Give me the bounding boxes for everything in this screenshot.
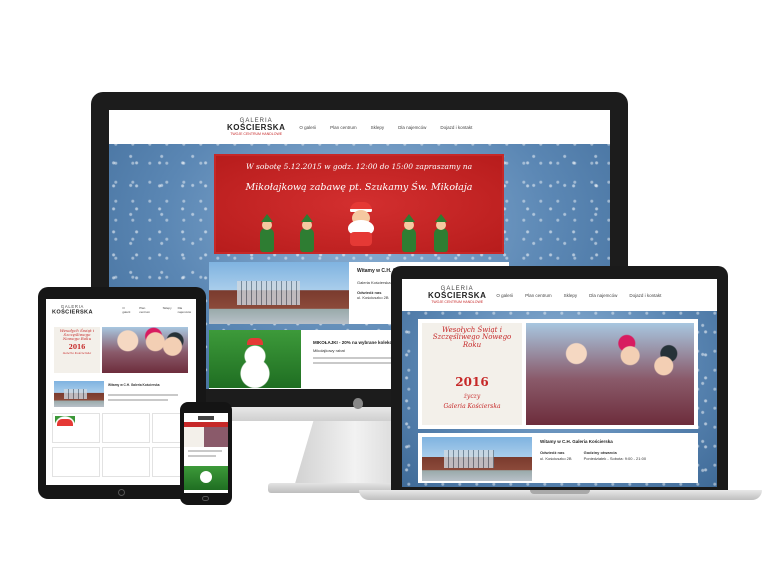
hours-text: Poniedziałek - Sobota: 9:00 - 21:00 bbox=[583, 455, 647, 461]
nav-item-o-galerii[interactable]: O galerii bbox=[299, 125, 316, 130]
address-block: Odwiedź nas ul. Kościuszko 2B bbox=[540, 450, 572, 461]
christmas-poster: Wesołych Świąt i Szczęśliwego Nowego Rok… bbox=[54, 327, 100, 373]
christmas-poster: Wesołych Świąt i Szczęśliwego Nowego Rok… bbox=[422, 323, 522, 425]
poster-greeting: Wesołych Świąt i Szczęśliwego Nowego Rok… bbox=[432, 326, 512, 349]
elf-figure bbox=[300, 220, 314, 252]
phone-home-button[interactable] bbox=[202, 496, 209, 501]
nav-item-dojazd[interactable]: Dojazd i kontakt bbox=[629, 293, 661, 298]
site-logo[interactable]: GALERIA KOŚCIERSKA bbox=[52, 305, 93, 315]
family-photo bbox=[102, 327, 188, 373]
nav-item-dla-najemcow[interactable]: Dla najemców bbox=[178, 306, 196, 314]
tablet-hero[interactable]: Wesołych Świąt i Szczęśliwego Nowego Rok… bbox=[52, 325, 190, 375]
welcome-title: Witamy w C.H. Galeria Kościerska bbox=[108, 383, 160, 387]
laptop-notch bbox=[530, 490, 590, 494]
nav-item-plan-centrum[interactable]: Plan centrum bbox=[330, 125, 357, 130]
logo-tagline: TWOJE CENTRUM HANDLOWE bbox=[431, 299, 484, 304]
elf-figure bbox=[434, 220, 448, 252]
site-logo[interactable] bbox=[198, 415, 214, 420]
tablet-home-button[interactable] bbox=[118, 489, 125, 496]
nav-item-sklepy[interactable]: Sklepy bbox=[371, 125, 385, 130]
logo-line2: KOŚCIERSKA bbox=[52, 308, 93, 315]
desktop-nav: O galerii Plan centrum Sklepy Dla najemc… bbox=[299, 125, 472, 130]
laptop-nav: O galerii Plan centrum Sklepy Dla najemc… bbox=[496, 293, 661, 298]
nav-item-plan-centrum[interactable]: Plan centrum bbox=[139, 306, 156, 314]
phone-screen bbox=[184, 413, 228, 493]
family-photo bbox=[526, 323, 694, 425]
desktop-site-header: GALERIA KOŚCIERSKA TWOJE CENTRUM HANDLOW… bbox=[109, 110, 610, 144]
tablet-nav: O galerii Plan centrum Sklepy Dla najemc… bbox=[122, 306, 196, 314]
nav-item-plan-centrum[interactable]: Plan centrum bbox=[525, 293, 552, 298]
nav-item-dojazd[interactable]: Dojazd i kontakt bbox=[440, 125, 472, 130]
phone-hero-image bbox=[184, 427, 228, 447]
tablet-screen: GALERIA KOŚCIERSKA O galerii Plan centru… bbox=[46, 299, 196, 485]
phone-promo-image bbox=[184, 466, 228, 490]
content-tile[interactable] bbox=[52, 447, 100, 477]
content-tile[interactable] bbox=[102, 413, 150, 443]
nav-item-dla-najemcow[interactable]: Dla najemców bbox=[589, 293, 617, 298]
phone-text-block bbox=[184, 450, 228, 466]
text-placeholder-line bbox=[188, 455, 216, 457]
laptop-info-row: Witamy w C.H. Galeria Kościerska Odwiedź… bbox=[418, 433, 698, 483]
laptop-site-header: GALERIA KOŚCIERSKA TWOJE CENTRUM HANDLOW… bbox=[402, 279, 717, 311]
elf-figure bbox=[260, 220, 274, 252]
nav-item-o-galerii[interactable]: O galerii bbox=[496, 293, 513, 298]
poster-year: 2016 bbox=[68, 343, 86, 351]
snowman-figure bbox=[200, 471, 212, 483]
content-tile[interactable] bbox=[52, 413, 100, 443]
text-placeholder-line bbox=[108, 394, 178, 396]
site-logo[interactable]: GALERIA KOŚCIERSKA TWOJE CENTRUM HANDLOW… bbox=[428, 286, 486, 305]
nav-item-sklepy[interactable]: Sklepy bbox=[564, 293, 578, 298]
poster-signature: Galeria Kościerska bbox=[62, 350, 92, 355]
text-placeholder-line bbox=[108, 399, 168, 401]
text-placeholder-line bbox=[313, 361, 393, 364]
laptop-screen: GALERIA KOŚCIERSKA TWOJE CENTRUM HANDLOW… bbox=[402, 279, 717, 487]
nav-item-sklepy[interactable]: Sklepy bbox=[163, 306, 172, 314]
tablet-site-header: GALERIA KOŚCIERSKA O galerii Plan centru… bbox=[46, 299, 196, 321]
mall-building-image bbox=[422, 437, 532, 481]
promo-banner[interactable]: W sobotę 5.12.2015 w godz. 12:00 do 15:0… bbox=[214, 154, 504, 254]
promo-line1: W sobotę 5.12.2015 w godz. 12:00 do 15:0… bbox=[245, 162, 473, 171]
poster-signature: Galeria Kościerska bbox=[443, 403, 501, 410]
snowman-image bbox=[55, 416, 75, 440]
elf-figure bbox=[402, 220, 416, 252]
phone-site-header bbox=[184, 413, 228, 422]
santa-body bbox=[350, 232, 372, 246]
mall-building-image bbox=[54, 381, 104, 407]
laptop-hero[interactable]: Wesołych Świąt i Szczęśliwego Nowego Rok… bbox=[418, 319, 698, 429]
laptop-welcome-block: Witamy w C.H. Galeria Kościerska Odwiedź… bbox=[540, 439, 694, 461]
content-tile[interactable] bbox=[102, 447, 150, 477]
hours-block: Godziny otwarcia Poniedziałek - Sobota: … bbox=[584, 450, 647, 461]
promo-line2: Mikołajkową zabawę pt. Szukamy Św. Mikoł… bbox=[245, 182, 473, 193]
nav-item-dla-najemcow[interactable]: Dla najemców bbox=[398, 125, 426, 130]
site-logo[interactable]: GALERIA KOŚCIERSKA TWOJE CENTRUM HANDLOW… bbox=[227, 118, 285, 137]
poster-year: 2016 bbox=[455, 375, 489, 389]
logo-line2: KOŚCIERSKA bbox=[428, 290, 487, 300]
tablet-welcome-row: Witamy w C.H. Galeria Kościerska bbox=[52, 379, 190, 409]
santa-figure bbox=[344, 202, 378, 246]
apple-logo-icon bbox=[353, 398, 363, 409]
welcome-title: Witamy w C.H. Galeria Kościerska bbox=[540, 439, 613, 444]
text-placeholder-line bbox=[188, 450, 222, 452]
logo-tagline: TWOJE CENTRUM HANDLOWE bbox=[230, 131, 283, 136]
poster-greeting: Wesołych Świąt i Szczęśliwego Nowego Rok… bbox=[59, 328, 95, 342]
mall-building-image bbox=[209, 262, 349, 324]
snowman-image bbox=[209, 330, 301, 388]
nav-item-o-galerii[interactable]: O galerii bbox=[122, 306, 133, 314]
logo-line2: KOŚCIERSKA bbox=[227, 122, 286, 132]
address-text: ul. Kościuszko 2B bbox=[540, 455, 572, 461]
poster-wishes: życzy bbox=[463, 393, 481, 400]
